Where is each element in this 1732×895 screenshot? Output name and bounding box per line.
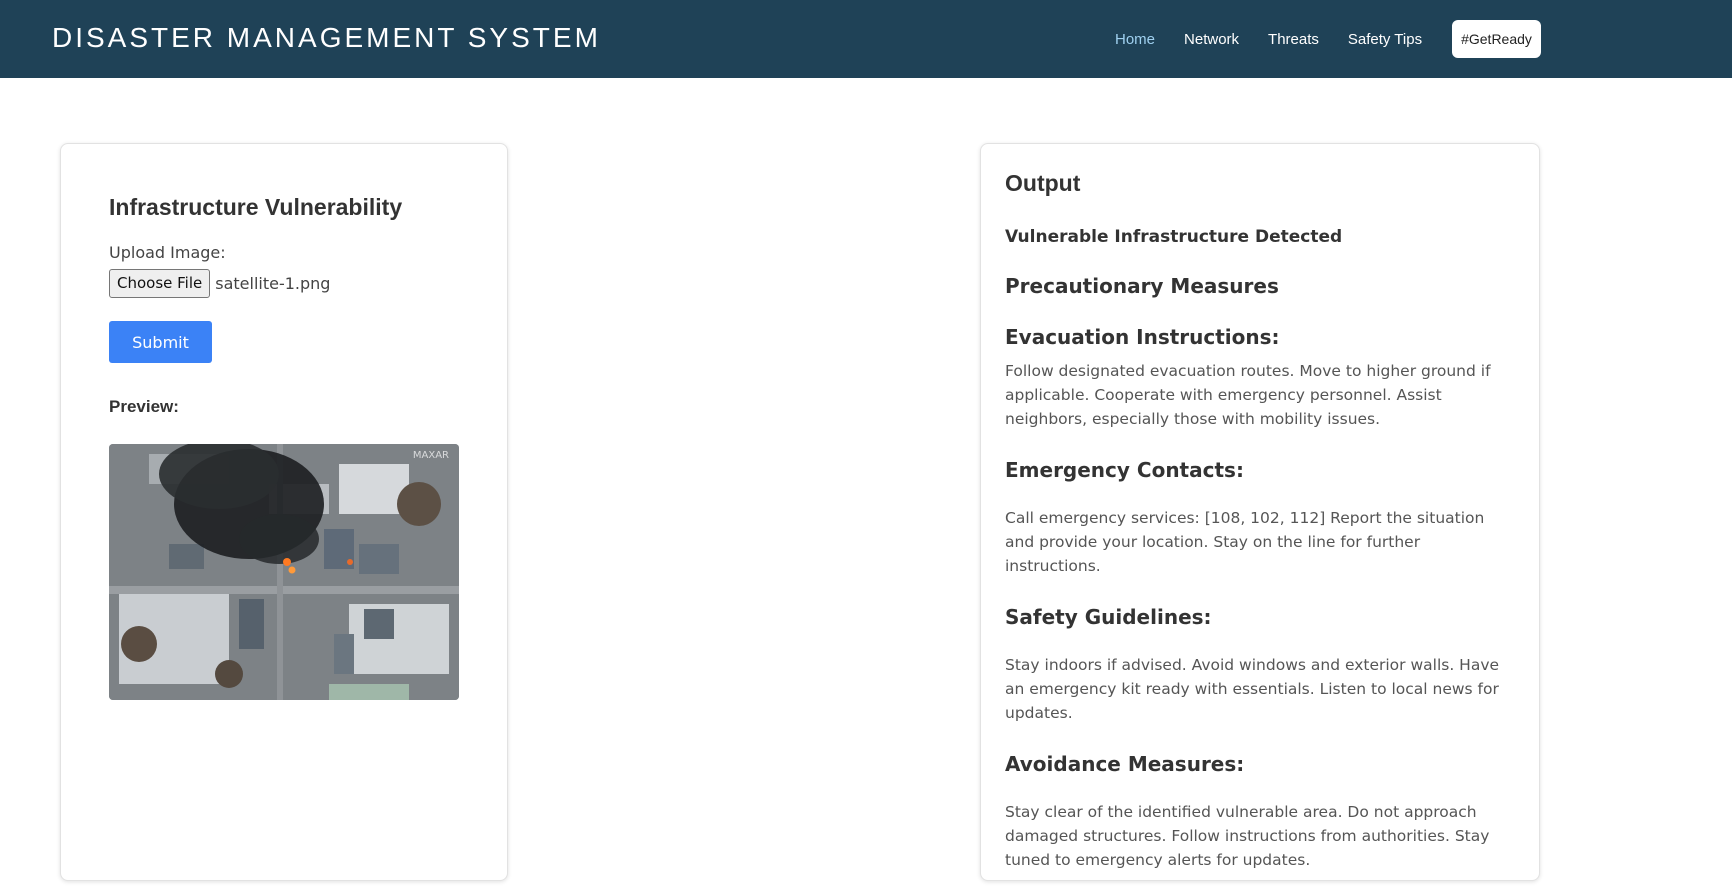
nav-link-safety-tips[interactable]: Safety Tips xyxy=(1348,31,1422,48)
selected-file-name: satellite-1.png xyxy=(215,274,331,293)
nav-links: Home Network Threats Safety Tips #GetRea… xyxy=(1115,0,1541,78)
contacts-text: Call emergency services: [108, 102, 112]… xyxy=(1005,509,1485,575)
file-input[interactable]: Choose File satellite-1.png xyxy=(109,269,469,298)
output-card: Output Vulnerable Infrastructure Detecte… xyxy=(980,143,1540,881)
safety-text: Stay indoors if advised. Avoid windows a… xyxy=(1005,656,1500,722)
submit-button[interactable]: Submit xyxy=(109,321,212,363)
output-title: Output xyxy=(1005,170,1081,196)
card-title: Infrastructure Vulnerability xyxy=(109,194,403,220)
satellite-preview-image: MAXAR xyxy=(109,444,459,700)
evacuation-text: Follow designated evacuation routes. Mov… xyxy=(1005,362,1491,428)
nav-link-threats[interactable]: Threats xyxy=(1268,31,1319,48)
vulnerability-card: Infrastructure Vulnerability Upload Imag… xyxy=(60,143,508,881)
upload-label: Upload Image: xyxy=(109,243,226,262)
maxar-watermark: MAXAR xyxy=(413,450,449,461)
precautionary-heading: Precautionary Measures xyxy=(1005,274,1279,298)
evacuation-heading: Evacuation Instructions: xyxy=(1005,325,1280,349)
contacts-heading: Emergency Contacts: xyxy=(1005,458,1244,482)
top-navbar: DISASTER MANAGEMENT SYSTEM Home Network … xyxy=(0,0,1732,78)
avoidance-text: Stay clear of the identified vulnerable … xyxy=(1005,803,1490,869)
avoidance-heading: Avoidance Measures: xyxy=(1005,752,1245,776)
get-ready-button[interactable]: #GetReady xyxy=(1452,20,1541,58)
choose-file-button[interactable]: Choose File xyxy=(109,269,211,298)
nav-link-network[interactable]: Network xyxy=(1184,31,1239,48)
site-brand[interactable]: DISASTER MANAGEMENT SYSTEM xyxy=(52,22,601,54)
preview-label: Preview: xyxy=(109,397,179,416)
nav-link-home[interactable]: Home xyxy=(1115,31,1155,48)
safety-heading: Safety Guidelines: xyxy=(1005,605,1212,629)
detection-result: Vulnerable Infrastructure Detected xyxy=(1005,227,1343,247)
